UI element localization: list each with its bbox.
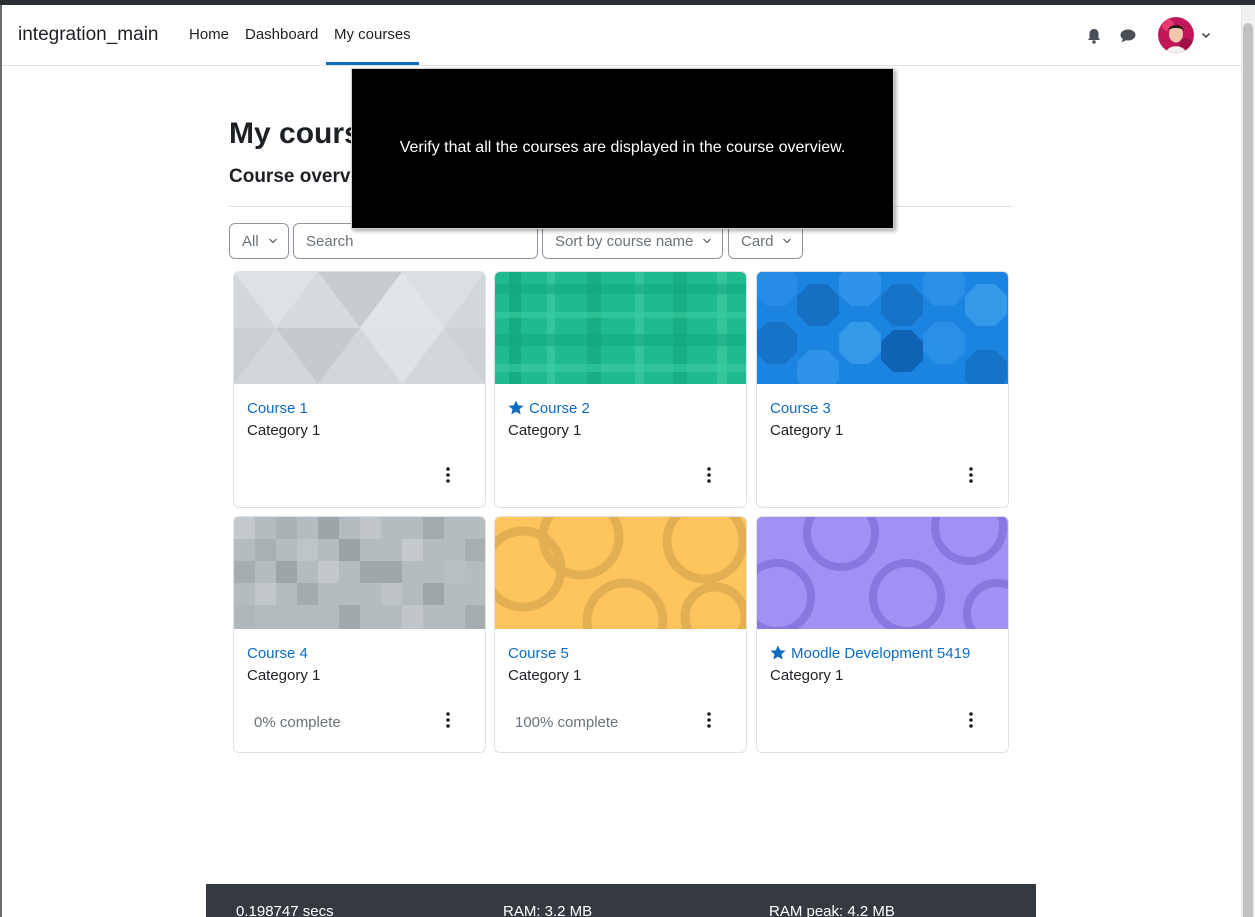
course-image[interactable] (234, 272, 485, 384)
course-category: Category 1 (247, 422, 321, 439)
course-link[interactable]: Course 1 (247, 400, 308, 417)
course-progress: 100% complete (515, 714, 619, 731)
window-left-edge (0, 5, 2, 917)
more-options-icon[interactable] (701, 466, 717, 484)
footer-ram-peak: RAM peak: 4.2 MB (769, 903, 895, 917)
course-image[interactable] (757, 272, 1008, 384)
course-image[interactable] (495, 272, 746, 384)
footer-ram: RAM: 3.2 MB (503, 903, 593, 917)
more-options-icon[interactable] (963, 711, 979, 729)
nav-my-courses[interactable]: My courses (334, 26, 411, 43)
course-category: Category 1 (508, 422, 582, 439)
course-card[interactable]: Course 3 Category 1 (756, 271, 1009, 508)
section-title: Course overv (229, 166, 351, 187)
course-image[interactable] (757, 517, 1008, 629)
site-brand[interactable]: integration_main (18, 24, 158, 46)
top-navbar: integration_main Home Dashboard My cours… (2, 5, 1241, 66)
search-placeholder: Search (306, 233, 354, 250)
course-category: Category 1 (770, 667, 844, 684)
nav-home[interactable]: Home (189, 26, 229, 43)
course-image[interactable] (234, 517, 485, 629)
tour-step-popup[interactable]: Verify that all the courses are displaye… (351, 68, 894, 229)
course-category: Category 1 (508, 667, 582, 684)
course-link[interactable]: Course 3 (770, 400, 831, 417)
course-link[interactable]: Course 2 (508, 400, 590, 417)
course-card[interactable]: Moodle Development 5419 Category 1 (756, 516, 1009, 753)
more-options-icon[interactable] (440, 711, 456, 729)
star-icon (508, 400, 524, 415)
course-link[interactable]: Course 4 (247, 645, 308, 662)
view-label: Card (741, 233, 774, 250)
course-card[interactable]: Course 2 Category 1 (494, 271, 747, 508)
course-category: Category 1 (247, 667, 321, 684)
chevron-down-icon[interactable] (1200, 29, 1212, 41)
course-card[interactable]: Course 1 Category 1 (233, 271, 486, 508)
course-card[interactable]: Course 4 Category 1 0% complete (233, 516, 486, 753)
user-avatar[interactable] (1158, 17, 1194, 53)
sort-label: Sort by course name (555, 233, 694, 250)
course-progress: 0% complete (254, 714, 341, 731)
nav-dashboard[interactable]: Dashboard (245, 26, 318, 43)
page-scrollbar[interactable] (1241, 5, 1255, 917)
bell-icon[interactable] (1085, 27, 1103, 45)
more-options-icon[interactable] (440, 466, 456, 484)
footer-time: 0.198747 secs (236, 903, 334, 917)
course-image[interactable] (495, 517, 746, 629)
scrollbar-thumb[interactable] (1243, 23, 1253, 917)
grouping-dropdown[interactable]: All (229, 223, 289, 259)
course-category: Category 1 (770, 422, 844, 439)
chevron-down-icon (703, 238, 711, 244)
course-link[interactable]: Course 5 (508, 645, 569, 662)
more-options-icon[interactable] (701, 711, 717, 729)
performance-footer: 0.198747 secs RAM: 3.2 MB RAM peak: 4.2 … (206, 884, 1036, 917)
course-link-text: Course 2 (529, 400, 590, 417)
grouping-label: All (242, 233, 259, 250)
more-options-icon[interactable] (963, 466, 979, 484)
chevron-down-icon (783, 238, 791, 244)
star-icon (770, 645, 786, 660)
page-title: My cours (229, 117, 361, 150)
chat-icon[interactable] (1119, 27, 1137, 45)
chevron-down-icon (269, 238, 277, 244)
course-link-text: Moodle Development 5419 (791, 645, 971, 662)
course-link[interactable]: Moodle Development 5419 (770, 645, 970, 662)
course-card[interactable]: Course 5 Category 1 100% complete (494, 516, 747, 753)
tour-message: Verify that all the courses are displaye… (399, 139, 846, 156)
nav-active-indicator (326, 62, 419, 65)
